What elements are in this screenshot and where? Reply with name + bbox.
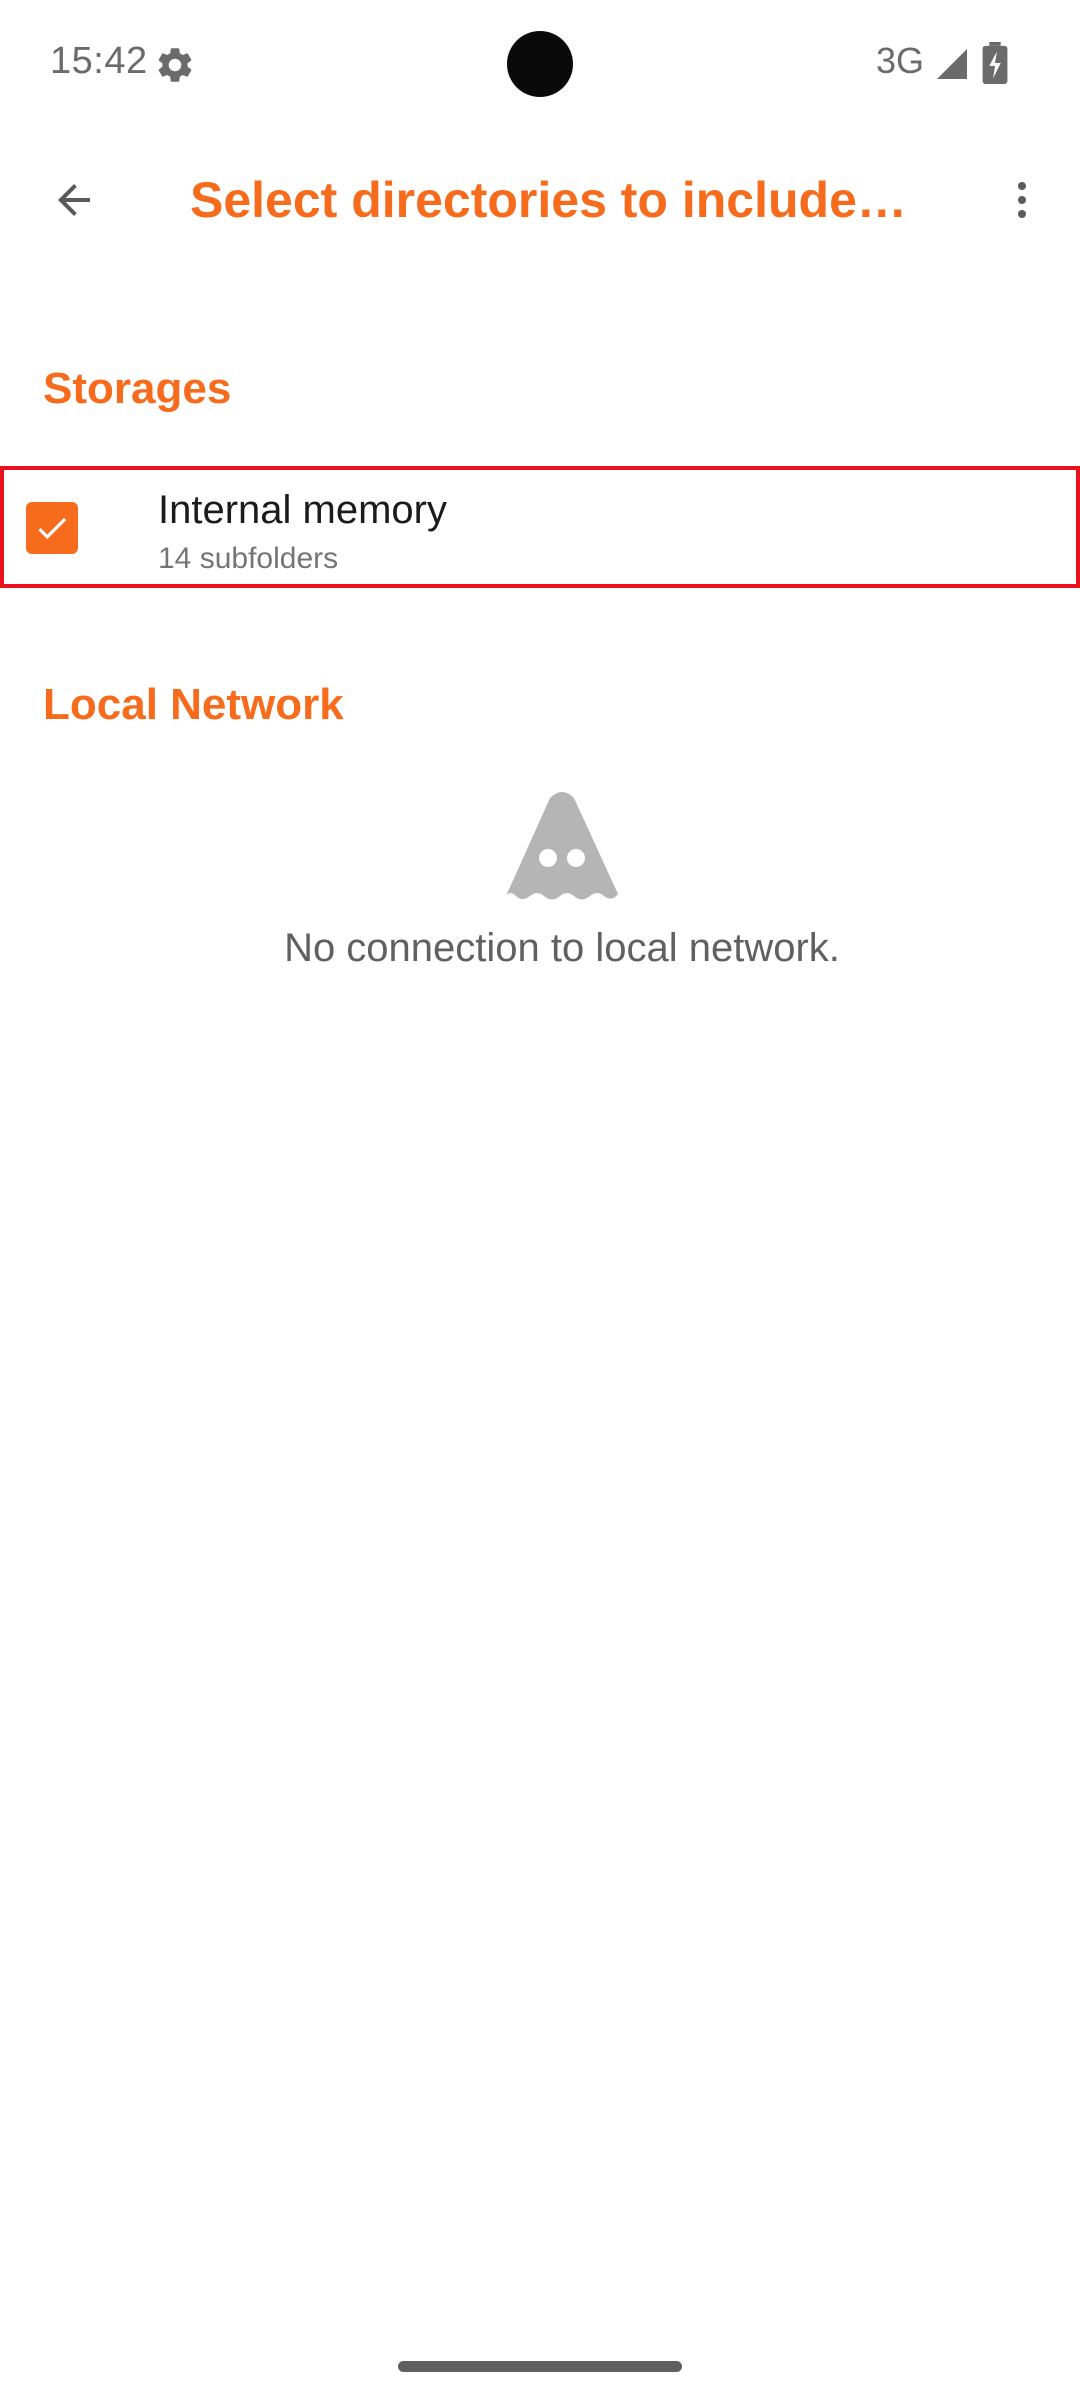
storage-item-internal-memory[interactable]: Internal memory 14 subfolders <box>0 466 1080 588</box>
status-time: 15:42 <box>50 40 148 82</box>
storage-item-title: Internal memory <box>158 488 447 532</box>
camera-cutout <box>507 31 573 97</box>
more-vert-icon <box>1018 182 1026 218</box>
section-header-local-network: Local Network <box>43 680 344 729</box>
gesture-nav-bar[interactable] <box>398 2361 682 2372</box>
screen: 15:42 3G Select directories to include… <box>0 0 1080 2400</box>
empty-state-message: No connection to local network. <box>284 926 840 970</box>
network-type: 3G <box>876 40 925 81</box>
checkmark-icon <box>38 517 67 540</box>
storage-item-subtitle: 14 subfolders <box>158 542 339 575</box>
gear-icon <box>158 48 192 82</box>
vlc-ghost-cone-icon <box>506 792 618 900</box>
back-button[interactable] <box>34 160 114 240</box>
signal-icon <box>937 49 967 79</box>
app-bar: Select directories to include… <box>0 140 1080 262</box>
section-header-storages: Storages <box>43 364 232 413</box>
arrow-back-icon <box>58 184 90 216</box>
more-options-button[interactable] <box>982 160 1062 240</box>
page-title: Select directories to include… <box>190 172 907 228</box>
battery-charging-icon <box>982 42 1008 84</box>
include-checkbox[interactable] <box>26 502 78 554</box>
status-bar: 15:42 3G <box>0 0 1080 128</box>
